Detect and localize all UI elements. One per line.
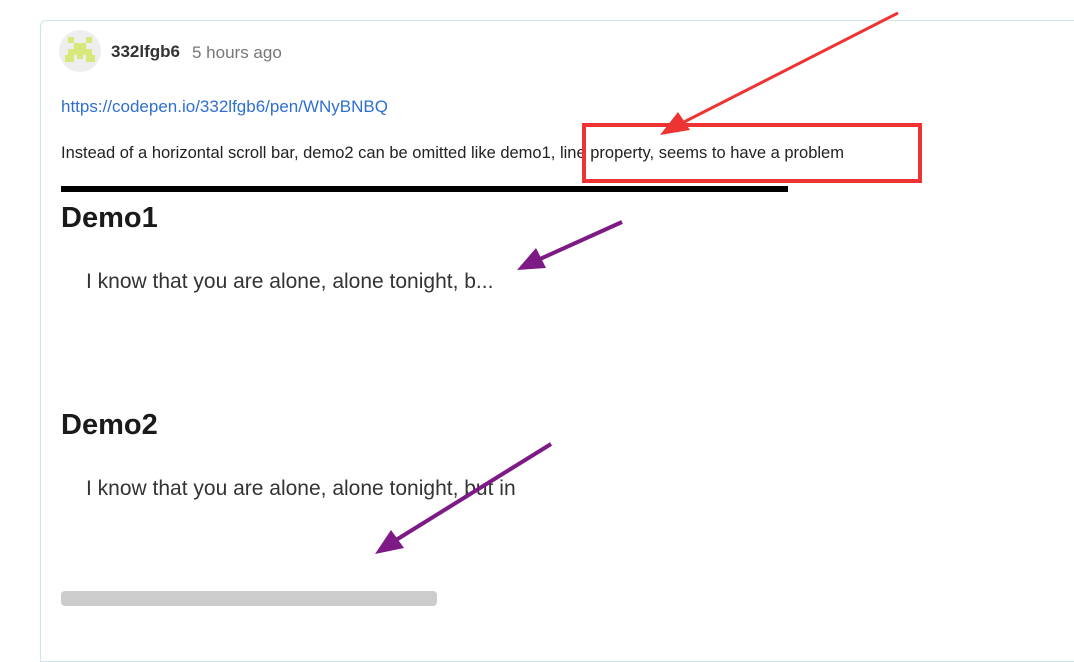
comment-username[interactable]: 332lfgb6 xyxy=(111,42,180,62)
identicon-avatar-icon xyxy=(65,37,95,62)
demo1-title: Demo1 xyxy=(61,202,158,234)
demo2-text: I know that you are alone, alone tonight… xyxy=(86,477,516,500)
user-avatar[interactable] xyxy=(59,30,101,72)
comment-timestamp: 5 hours ago xyxy=(192,43,282,62)
horizontal-scrollbar[interactable] xyxy=(61,591,437,606)
codepen-link[interactable]: https://codepen.io/332lfgb6/pen/WNyBNBQ xyxy=(61,97,388,117)
demo1-text: I know that you are alone, alone tonight… xyxy=(86,270,494,293)
horizontal-rule xyxy=(61,186,788,192)
comment-message: Instead of a horizontal scroll bar, demo… xyxy=(61,144,844,162)
demo2-title: Demo2 xyxy=(61,409,158,441)
